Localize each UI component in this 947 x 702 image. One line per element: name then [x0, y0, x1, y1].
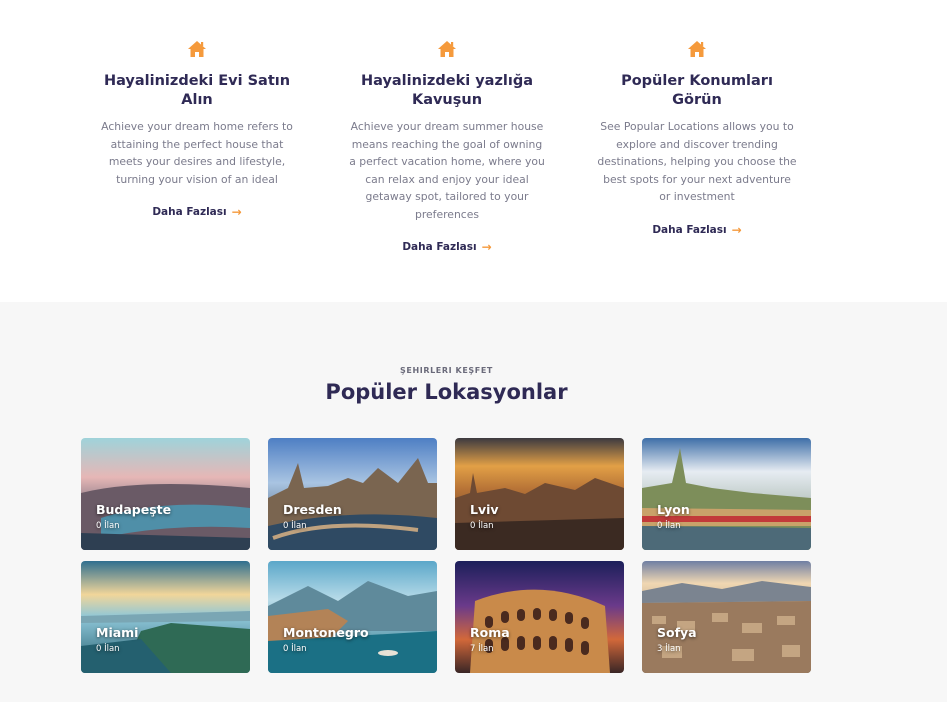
card-label: Lviv 0 İlan [470, 502, 499, 532]
popular-locations-section: ŞEHIRLERI KEŞFET Popüler Lokasyonlar Bud… [0, 302, 947, 702]
location-card-lyon[interactable]: Lyon 0 İlan [642, 438, 811, 550]
arrow-right-icon: → [731, 222, 742, 237]
feature-description: Achieve your dream home refers to attain… [101, 120, 293, 186]
house-icon [438, 41, 456, 57]
feature-description: See Popular Locations allows you to expl… [597, 120, 797, 203]
feature-popular-locations: Popüler Konumları Görün See Popular Loca… [597, 40, 797, 237]
city-name: Roma [470, 625, 510, 640]
city-name: Miami [96, 625, 139, 640]
city-photo [81, 438, 250, 550]
city-name: Montonegro [283, 625, 369, 640]
card-label: Sofya 3 İlan [657, 625, 697, 655]
read-more-label: Daha Fazlası [152, 206, 227, 218]
listing-count: 0 İlan [283, 644, 307, 654]
house-icon [688, 41, 706, 57]
read-more-link[interactable]: Daha Fazlası → [402, 240, 491, 254]
city-name: Lviv [470, 502, 499, 517]
locations-grid: Budapeşte 0 İlan Dresden 0 İlan Lviv 0 İ… [81, 438, 812, 673]
feature-description: Achieve your dream summer house means re… [349, 120, 545, 221]
city-photo [81, 561, 250, 673]
city-photo [455, 438, 624, 550]
location-card-montonegro[interactable]: Montonegro 0 İlan [268, 561, 437, 673]
section-eyebrow: ŞEHIRLERI KEŞFET [400, 366, 493, 375]
arrow-right-icon: → [481, 240, 492, 254]
features-section: Hayalinizdeki Evi Satın Alın Achieve you… [0, 0, 947, 302]
card-label: Montonegro 0 İlan [283, 625, 369, 655]
city-name: Dresden [283, 502, 342, 517]
listing-count: 0 İlan [657, 521, 681, 531]
city-photo [455, 561, 624, 673]
city-name: Sofya [657, 625, 697, 640]
location-card-roma[interactable]: Roma 7 İlan [455, 561, 624, 673]
read-more-link[interactable]: Daha Fazlası → [652, 223, 741, 237]
card-label: Roma 7 İlan [470, 625, 510, 655]
read-more-link[interactable]: Daha Fazlası → [152, 205, 241, 219]
section-title: Popüler Lokasyonlar [325, 380, 568, 404]
listing-count: 0 İlan [96, 521, 120, 531]
listing-count: 0 İlan [283, 521, 307, 531]
city-name: Budapeşte [96, 502, 172, 517]
house-icon [188, 41, 206, 57]
feature-title: Popüler Konumları Görün [621, 73, 773, 108]
feature-title: Hayalinizdeki yazlığa Kavuşun [360, 73, 534, 108]
city-photo [268, 561, 437, 673]
feature-summer-house: Hayalinizdeki yazlığa Kavuşun Achieve yo… [347, 40, 547, 254]
location-card-lviv[interactable]: Lviv 0 İlan [455, 438, 624, 550]
card-label: Dresden 0 İlan [283, 502, 342, 532]
feature-title: Hayalinizdeki Evi Satın Alın [103, 73, 291, 108]
city-photo [642, 561, 811, 673]
city-photo [642, 438, 811, 550]
listing-count: 0 İlan [96, 644, 120, 654]
location-card-budapeste[interactable]: Budapeşte 0 İlan [81, 438, 250, 550]
listing-count: 7 İlan [470, 644, 494, 654]
listing-count: 0 İlan [470, 521, 494, 531]
read-more-label: Daha Fazlası [652, 223, 727, 236]
card-label: Lyon 0 İlan [657, 502, 690, 532]
city-photo [268, 438, 437, 550]
location-card-sofya[interactable]: Sofya 3 İlan [642, 561, 811, 673]
arrow-right-icon: → [231, 205, 242, 219]
location-card-miami[interactable]: Miami 0 İlan [81, 561, 250, 673]
location-card-dresden[interactable]: Dresden 0 İlan [268, 438, 437, 550]
listing-count: 3 İlan [657, 644, 681, 654]
read-more-label: Daha Fazlası [402, 241, 477, 253]
city-name: Lyon [657, 502, 690, 517]
feature-buy-home: Hayalinizdeki Evi Satın Alın Achieve you… [97, 40, 297, 219]
card-label: Budapeşte 0 İlan [96, 502, 171, 532]
card-label: Miami 0 İlan [96, 625, 138, 655]
